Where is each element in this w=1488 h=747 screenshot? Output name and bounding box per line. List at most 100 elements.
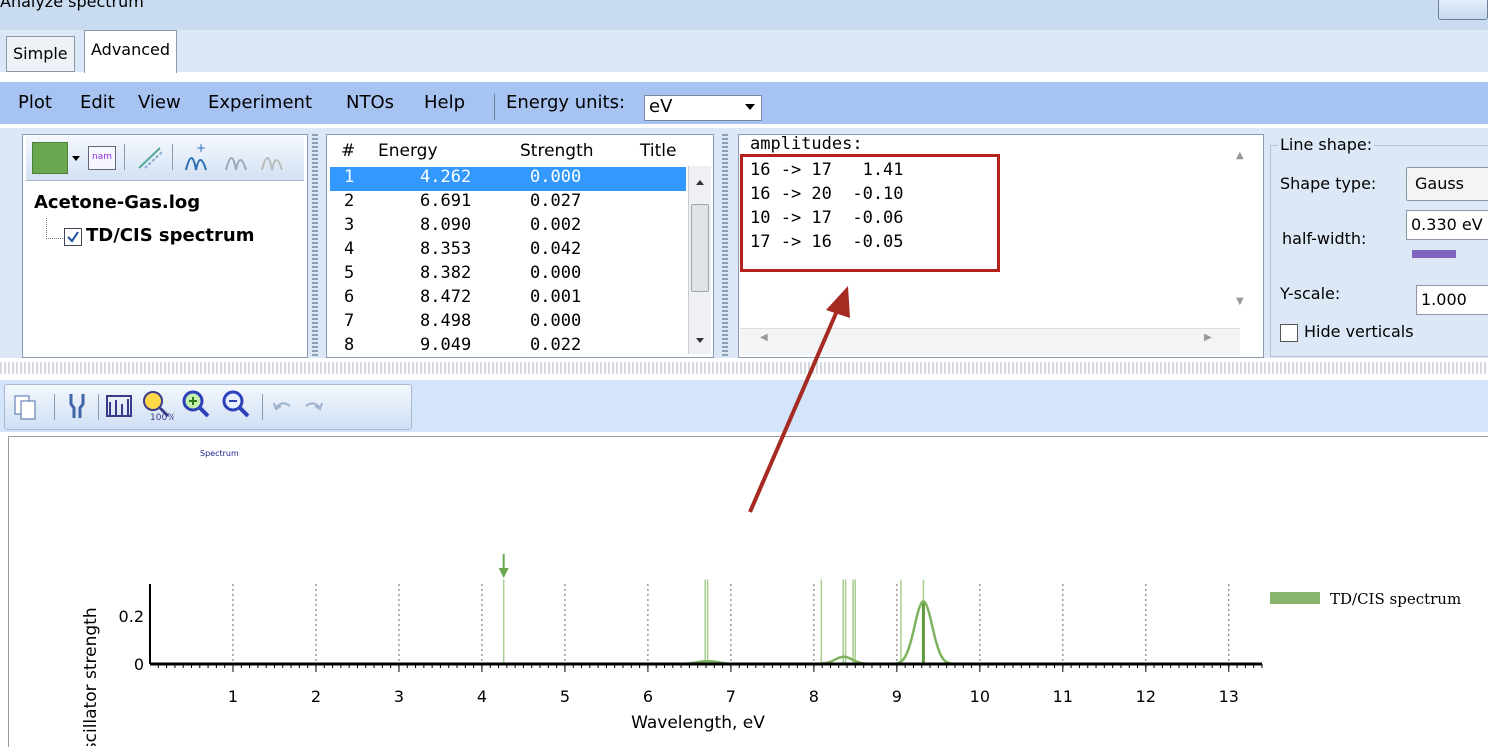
annotation-arrow bbox=[748, 286, 850, 513]
undo-icon[interactable] bbox=[270, 394, 296, 418]
tab-strip bbox=[0, 30, 1488, 72]
energy-units-select[interactable]: eV bbox=[644, 95, 762, 121]
table-row[interactable]: 4 8.353 0.042 bbox=[330, 239, 686, 263]
row-strength: 0.000 bbox=[530, 167, 582, 187]
color-swatch-icon[interactable] bbox=[32, 142, 68, 174]
row-strength: 0.000 bbox=[530, 311, 582, 331]
chart-title: Spectrum bbox=[200, 449, 239, 458]
table-scrollbar[interactable] bbox=[688, 166, 711, 354]
row-energy: 8.382 bbox=[420, 263, 472, 283]
x-tick-label: 9 bbox=[892, 687, 902, 706]
axis-scale-icon[interactable] bbox=[104, 390, 134, 420]
tree-spectrum-node[interactable]: TD/CIS spectrum bbox=[86, 225, 254, 246]
x-tick-label: 2 bbox=[311, 687, 321, 706]
table-row[interactable]: 8 9.049 0.022 bbox=[330, 335, 686, 355]
chevron-down-icon[interactable] bbox=[72, 156, 80, 161]
add-peak-icon[interactable]: + bbox=[182, 142, 214, 172]
scroll-up-icon[interactable] bbox=[696, 180, 704, 185]
hide-verticals-checkbox[interactable] bbox=[1280, 324, 1298, 342]
svg-text:+: + bbox=[196, 142, 206, 155]
x-tick-label: 6 bbox=[643, 687, 653, 706]
tree-file-node[interactable]: Acetone-Gas.log bbox=[34, 192, 200, 213]
half-width-value: 0.330 eV bbox=[1411, 215, 1483, 234]
yscale-label: Y-scale: bbox=[1280, 284, 1341, 303]
menu-view[interactable]: View bbox=[138, 92, 181, 113]
peaks-icon[interactable] bbox=[258, 142, 290, 172]
row-energy: 8.353 bbox=[420, 239, 472, 259]
line-shape-label: Line shape: bbox=[1278, 135, 1375, 154]
table-icon[interactable]: nam bbox=[88, 146, 116, 170]
zoom-in-icon[interactable] bbox=[180, 388, 214, 422]
row-number: 5 bbox=[344, 263, 355, 283]
legend-label: TD/CIS spectrum bbox=[1330, 590, 1461, 608]
scroll-down-icon[interactable]: ▼ bbox=[1236, 296, 1244, 307]
row-number: 4 bbox=[344, 239, 355, 259]
x-axis-label: Wavelength, eV bbox=[631, 713, 765, 733]
shape-type-value: Gauss bbox=[1415, 174, 1465, 193]
settings-icon[interactable] bbox=[62, 390, 92, 420]
remove-peak-icon[interactable] bbox=[222, 142, 254, 172]
arrow-head-icon bbox=[826, 286, 850, 318]
menu-help[interactable]: Help bbox=[424, 92, 465, 113]
half-width-slider[interactable] bbox=[1412, 250, 1456, 258]
column-header-strength[interactable]: Strength bbox=[520, 141, 594, 161]
row-strength: 0.000 bbox=[530, 263, 582, 283]
row-energy: 4.262 bbox=[420, 167, 472, 187]
row-strength: 0.022 bbox=[530, 335, 582, 355]
table-row[interactable]: 2 6.691 0.027 bbox=[330, 191, 686, 215]
menu-plot[interactable]: Plot bbox=[18, 92, 52, 113]
shape-type-select[interactable]: Gauss bbox=[1406, 167, 1488, 201]
copy-icon[interactable] bbox=[12, 392, 42, 420]
row-energy: 8.090 bbox=[420, 215, 472, 235]
x-tick-label: 13 bbox=[1219, 687, 1239, 706]
table-row[interactable]: 3 8.090 0.002 bbox=[330, 215, 686, 239]
x-tick-label: 4 bbox=[477, 687, 487, 706]
half-width-label: half-width: bbox=[1282, 229, 1367, 248]
menu-ntos[interactable]: NTOs bbox=[346, 92, 394, 113]
tab-simple[interactable]: Simple bbox=[6, 36, 75, 72]
energy-units-value: eV bbox=[649, 96, 673, 117]
checkmark-icon bbox=[67, 231, 79, 243]
toolbar-separator bbox=[54, 394, 55, 420]
zoom-100-icon[interactable]: 100% bbox=[140, 388, 174, 422]
table-row[interactable]: 5 8.382 0.000 bbox=[330, 263, 686, 287]
toolbar-separator bbox=[172, 144, 173, 170]
menu-separator bbox=[494, 94, 495, 120]
yscale-value: 1.000 bbox=[1421, 290, 1467, 309]
menu-experiment[interactable]: Experiment bbox=[208, 92, 312, 113]
legend-swatch bbox=[1270, 592, 1320, 604]
menu-edit[interactable]: Edit bbox=[80, 92, 115, 113]
table-row[interactable]: 1 4.262 0.000 bbox=[330, 167, 686, 191]
row-number: 6 bbox=[344, 287, 355, 307]
splitter-handle[interactable] bbox=[722, 134, 728, 356]
row-number: 2 bbox=[344, 191, 355, 211]
half-width-input[interactable]: 0.330 eV bbox=[1406, 210, 1488, 240]
column-header-title[interactable]: Title bbox=[640, 141, 676, 161]
row-strength: 0.042 bbox=[530, 239, 582, 259]
tab-advanced[interactable]: Advanced bbox=[84, 30, 178, 73]
x-tick-label: 11 bbox=[1053, 687, 1073, 706]
row-strength: 0.002 bbox=[530, 215, 582, 235]
x-tick-label: 12 bbox=[1136, 687, 1156, 706]
y-tick-label: 0 bbox=[134, 655, 144, 674]
lines-icon[interactable] bbox=[136, 144, 164, 172]
zoom-out-icon[interactable] bbox=[220, 388, 254, 422]
svg-text:100%: 100% bbox=[150, 413, 174, 422]
scroll-down-icon[interactable] bbox=[696, 338, 704, 343]
scroll-right-icon[interactable]: ▶ bbox=[1204, 332, 1212, 343]
hide-verticals-label[interactable]: Hide verticals bbox=[1304, 322, 1414, 341]
scroll-up-icon[interactable]: ▲ bbox=[1236, 150, 1244, 161]
title-bar: Analyze spectrum bbox=[0, 0, 1488, 30]
scroll-thumb[interactable] bbox=[691, 204, 709, 292]
row-energy: 8.498 bbox=[420, 311, 472, 331]
window-control-button[interactable] bbox=[1438, 0, 1488, 20]
column-header-number[interactable]: # bbox=[341, 141, 355, 161]
table-row[interactable]: 7 8.498 0.000 bbox=[330, 311, 686, 335]
yscale-input[interactable]: 1.000 bbox=[1416, 285, 1488, 315]
spectrum-checkbox[interactable] bbox=[64, 228, 82, 246]
selected-marker-arrow-icon bbox=[498, 568, 509, 578]
splitter-handle[interactable] bbox=[312, 134, 318, 356]
column-header-energy[interactable]: Energy bbox=[378, 141, 438, 161]
table-row[interactable]: 6 8.472 0.001 bbox=[330, 287, 686, 311]
redo-icon[interactable] bbox=[300, 394, 326, 418]
